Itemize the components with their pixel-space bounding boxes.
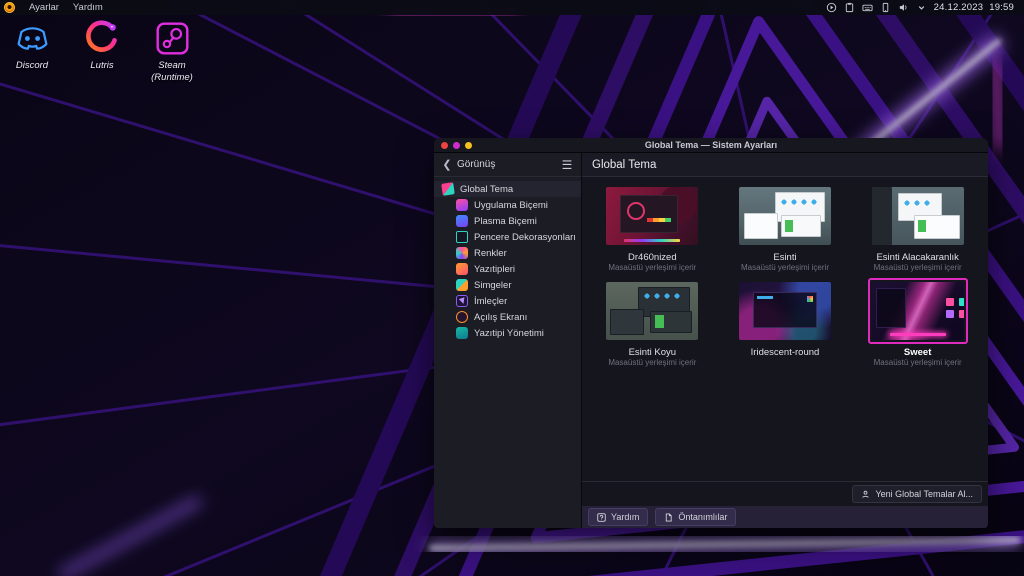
get-new-themes-button[interactable]: Yeni Global Temalar Al... <box>852 485 982 503</box>
desktop-icon-lutris[interactable]: Lutris <box>76 20 128 84</box>
theme-tile-sweet[interactable]: Sweet Masaüstü yerleşimi içerir <box>854 278 982 369</box>
phone-icon[interactable] <box>880 2 891 13</box>
hamburger-menu-icon[interactable]: ☰ <box>559 158 575 172</box>
sidebar-item-fonts[interactable]: Yazıtipleri <box>434 261 581 277</box>
volume-icon[interactable] <box>898 2 909 13</box>
plasma-style-icon <box>456 215 468 227</box>
system-settings-window: Global Tema — Sistem Ayarları ❮ Görünüş … <box>434 138 988 528</box>
splash-screen-icon <box>456 311 468 323</box>
help-icon <box>597 513 606 522</box>
theme-subtitle: Masaüstü yerleşimi içerir <box>874 263 962 273</box>
colors-icon <box>456 247 468 259</box>
sidebar-title: Görünüş <box>457 159 559 170</box>
sidebar-header: ❮ Görünüş ☰ <box>434 153 581 177</box>
theme-subtitle: Masaüstü yerleşimi içerir <box>741 263 829 273</box>
steam-logo-icon <box>154 20 191 57</box>
sidebar-item-colors[interactable]: Renkler <box>434 245 581 261</box>
defaults-button[interactable]: Öntanımlılar <box>655 508 736 526</box>
discord-logo-icon <box>14 20 51 57</box>
back-icon[interactable]: ❮ <box>440 158 454 172</box>
sidebar-item-cursors[interactable]: İmleçler <box>434 293 581 309</box>
help-button[interactable]: Yardım <box>588 508 648 526</box>
sidebar-item-application-style[interactable]: Uygulama Biçemi <box>434 197 581 213</box>
sidebar-item-font-management[interactable]: Yazıtipi Yönetimi <box>434 325 581 341</box>
defaults-icon <box>664 513 673 522</box>
clock[interactable]: 24.12.2023 19:59 <box>934 2 1014 13</box>
window-titlebar[interactable]: Global Tema — Sistem Ayarları <box>434 138 988 153</box>
theme-tile-esinti-koyu[interactable]: Esinti Koyu Masaüstü yerleşimi içerir <box>588 278 716 369</box>
sidebar-item-splash-screen[interactable]: Açılış Ekranı <box>434 309 581 325</box>
window-footer: Yardım Öntanımlılar <box>582 506 988 528</box>
theme-preview <box>872 282 964 340</box>
theme-preview <box>739 187 831 245</box>
theme-preview <box>606 282 698 340</box>
theme-subtitle: Masaüstü yerleşimi içerir <box>608 358 696 368</box>
minimize-button[interactable] <box>453 142 460 149</box>
clock-date: 24.12.2023 <box>934 2 984 13</box>
theme-preview <box>739 282 831 340</box>
theme-tile-dr460nized[interactable]: Dr460nized Masaüstü yerleşimi içerir <box>588 183 716 274</box>
application-style-icon <box>456 199 468 211</box>
font-management-icon <box>456 327 468 339</box>
global-theme-icon <box>441 182 455 196</box>
chevron-down-icon[interactable] <box>916 2 927 13</box>
panel-header: Global Tema <box>582 153 988 177</box>
theme-tile-esinti[interactable]: Esinti Masaüstü yerleşimi içerir <box>721 183 849 274</box>
theme-tile-esinti-alacakaranlik[interactable]: Esinti Alacakaranlık Masaüstü yerleşimi … <box>854 183 982 274</box>
lutris-logo-icon <box>84 20 121 57</box>
get-new-icon <box>861 490 870 499</box>
theme-name: Esinti Koyu <box>629 347 677 358</box>
sidebar-item-plasma-style[interactable]: Plasma Biçemi <box>434 213 581 229</box>
clock-time: 19:59 <box>989 2 1014 13</box>
sidebar-item-window-decorations[interactable]: Pencere Dekorasyonları <box>434 229 581 245</box>
distro-logo-icon[interactable] <box>4 2 15 13</box>
menu-help[interactable]: Yardım <box>66 0 110 15</box>
sidebar-item-icons[interactable]: Simgeler <box>434 277 581 293</box>
media-player-icon[interactable] <box>826 2 837 13</box>
menu-settings[interactable]: Ayarlar <box>22 0 66 15</box>
desktop-icon-discord[interactable]: Discord <box>6 20 58 84</box>
theme-name: Iridescent-round <box>751 347 820 358</box>
desktop-icons: Discord Lutris Steam (Runtime) <box>6 20 198 84</box>
desktop-icon-steam[interactable]: Steam (Runtime) <box>146 20 198 84</box>
clipboard-icon[interactable] <box>844 2 855 13</box>
close-button[interactable] <box>441 142 448 149</box>
theme-name: Esinti <box>773 252 796 263</box>
theme-name: Sweet <box>904 347 931 358</box>
theme-grid-area: Dr460nized Masaüstü yerleşimi içerir Esi… <box>582 177 988 481</box>
global-menu-bar: Ayarlar Yardım <box>0 0 1024 15</box>
window-title: Global Tema — Sistem Ayarları <box>434 140 988 150</box>
get-new-row: Yeni Global Temalar Al... <box>582 481 988 506</box>
theme-subtitle: Masaüstü yerleşimi içerir <box>874 358 962 368</box>
system-tray: 24.12.2023 19:59 <box>826 2 1024 13</box>
maximize-button[interactable] <box>465 142 472 149</box>
window-decorations-icon <box>456 231 468 243</box>
settings-sidebar: ❮ Görünüş ☰ Global Tema Uygulama Biçemi <box>434 153 582 528</box>
theme-subtitle: Masaüstü yerleşimi içerir <box>608 263 696 273</box>
theme-name: Dr460nized <box>628 252 677 263</box>
desktop-screen: Ayarlar Yardım <box>0 0 1024 576</box>
theme-preview <box>872 187 964 245</box>
sidebar-item-global-theme[interactable]: Global Tema <box>434 181 581 197</box>
page-title: Global Tema <box>592 159 656 171</box>
global-theme-panel: Global Tema Dr460nized Masaüstü yerleşim… <box>582 153 988 528</box>
icons-icon <box>456 279 468 291</box>
sidebar-list: Global Tema Uygulama Biçemi Plasma Biçem… <box>434 177 581 345</box>
theme-tile-iridescent-round[interactable]: Iridescent-round <box>721 278 849 369</box>
cursors-icon <box>456 295 468 307</box>
theme-preview <box>606 187 698 245</box>
input-devices-icon[interactable] <box>862 2 873 13</box>
theme-name: Esinti Alacakaranlık <box>876 252 958 263</box>
fonts-icon <box>456 263 468 275</box>
